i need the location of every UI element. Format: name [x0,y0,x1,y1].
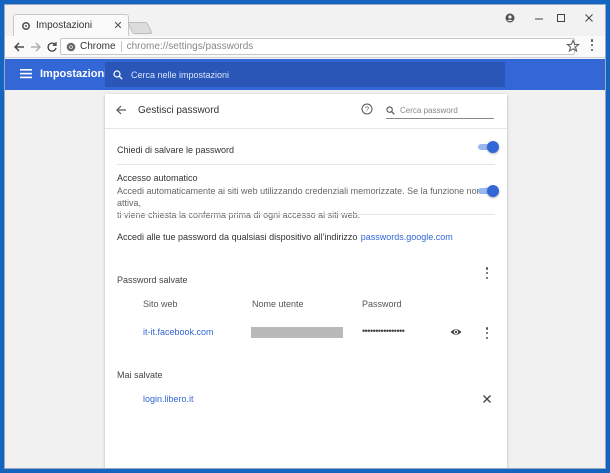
maximize-icon[interactable] [550,9,572,27]
search-icon [113,69,123,80]
chrome-label: Chrome [80,41,116,52]
reload-button[interactable] [44,39,60,55]
offer-to-save-toggle[interactable] [478,141,499,153]
settings-search-placeholder: Cerca nelle impostazioni [131,69,230,80]
gear-icon [21,21,31,30]
chrome-menu-icon[interactable] [589,39,595,51]
passwords-card: Gestisci password ? Cerca password Chied… [105,94,507,468]
browser-toolbar: Chrome chrome://settings/passwords [5,36,605,58]
saved-site-link[interactable]: it-it.facebook.com [143,327,214,337]
tab-strip: Impostazioni ✕ [5,5,605,36]
divider [117,164,495,165]
new-tab-button[interactable] [127,22,153,34]
address-bar[interactable]: Chrome chrome://settings/passwords [60,38,575,55]
saved-passwords-header: Password salvate [117,272,495,286]
back-button[interactable] [11,39,27,55]
never-saved-header: Mai salvate [117,367,495,381]
close-window-icon[interactable] [578,9,600,27]
forward-button[interactable] [28,39,44,55]
help-icon[interactable]: ? [361,103,373,115]
settings-search-input[interactable]: Cerca nelle impostazioni [105,62,505,87]
passwords-subheader: Gestisci password ? Cerca password [105,94,507,126]
autosignin-description-line2: ti viene chiesta la conferma prima di og… [117,210,361,220]
password-search-input[interactable]: Cerca password [386,103,494,119]
settings-header: Impostazioni Cerca nelle impostazioni [5,59,605,90]
autosignin-toggle[interactable] [478,185,499,197]
tab-title: Impostazioni [36,20,93,31]
chrome-icon [66,42,76,51]
column-header-password: Password [362,299,402,309]
hamburger-menu-icon[interactable] [20,68,32,79]
url-scheme: chrome:// [126,41,169,52]
autosignin-label: Accesso automatico [117,173,198,183]
omnibox-divider [120,41,122,52]
divider [105,128,507,129]
passwords-google-link[interactable]: passwords.google.com [361,232,453,242]
password-search-placeholder: Cerca password [400,106,458,115]
username-redacted [251,327,343,338]
reload-icon [47,42,57,52]
divider [117,214,495,215]
offer-to-save-label: Chiedi di salvare le password [117,145,235,155]
access-text: Accedi alle tue password da qualsiasi di… [117,232,358,242]
profile-icon[interactable] [499,9,521,27]
saved-password-row: it-it.facebook.com •••••••••••••••• [105,320,507,346]
column-header-site: Sito web [143,299,178,309]
remove-exception-icon[interactable] [482,394,492,404]
bookmark-star-icon[interactable] [566,39,580,53]
never-saved-site-link[interactable]: login.libero.it [143,394,194,404]
never-saved-title: Mai salvate [117,370,163,380]
show-password-icon[interactable] [450,327,462,337]
page-title: Gestisci password [138,105,220,116]
password-row-menu-icon[interactable] [484,327,490,339]
browser-window: Impostazioni ✕ Chrome chrome:// settings… [4,4,606,469]
close-tab-icon[interactable]: ✕ [111,19,125,32]
svg-text:?: ? [365,105,369,114]
back-arrow-icon[interactable] [115,104,127,116]
url-path: settings/passwords [168,41,254,52]
tab-settings[interactable]: Impostazioni ✕ [13,14,129,36]
never-saved-row: login.libero.it [105,393,507,407]
password-masked: •••••••••••••••• [362,326,405,336]
search-icon [386,106,395,115]
autosignin-description-line1: Accedi automaticamente ai siti web utili… [117,186,490,208]
access-row: Accedi alle tue password da qualsiasi di… [117,229,495,243]
saved-passwords-menu-icon[interactable] [484,267,490,279]
settings-title: Impostazioni [40,68,108,80]
saved-passwords-columns: Sito web Nome utente Password [105,299,507,311]
offer-to-save-row: Chiedi di salvare le password [117,142,495,156]
saved-passwords-title: Password salvate [117,275,188,285]
arrow-right-icon [31,42,41,52]
column-header-username: Nome utente [252,299,304,309]
minimize-icon[interactable] [528,9,550,27]
arrow-left-icon [14,42,24,52]
